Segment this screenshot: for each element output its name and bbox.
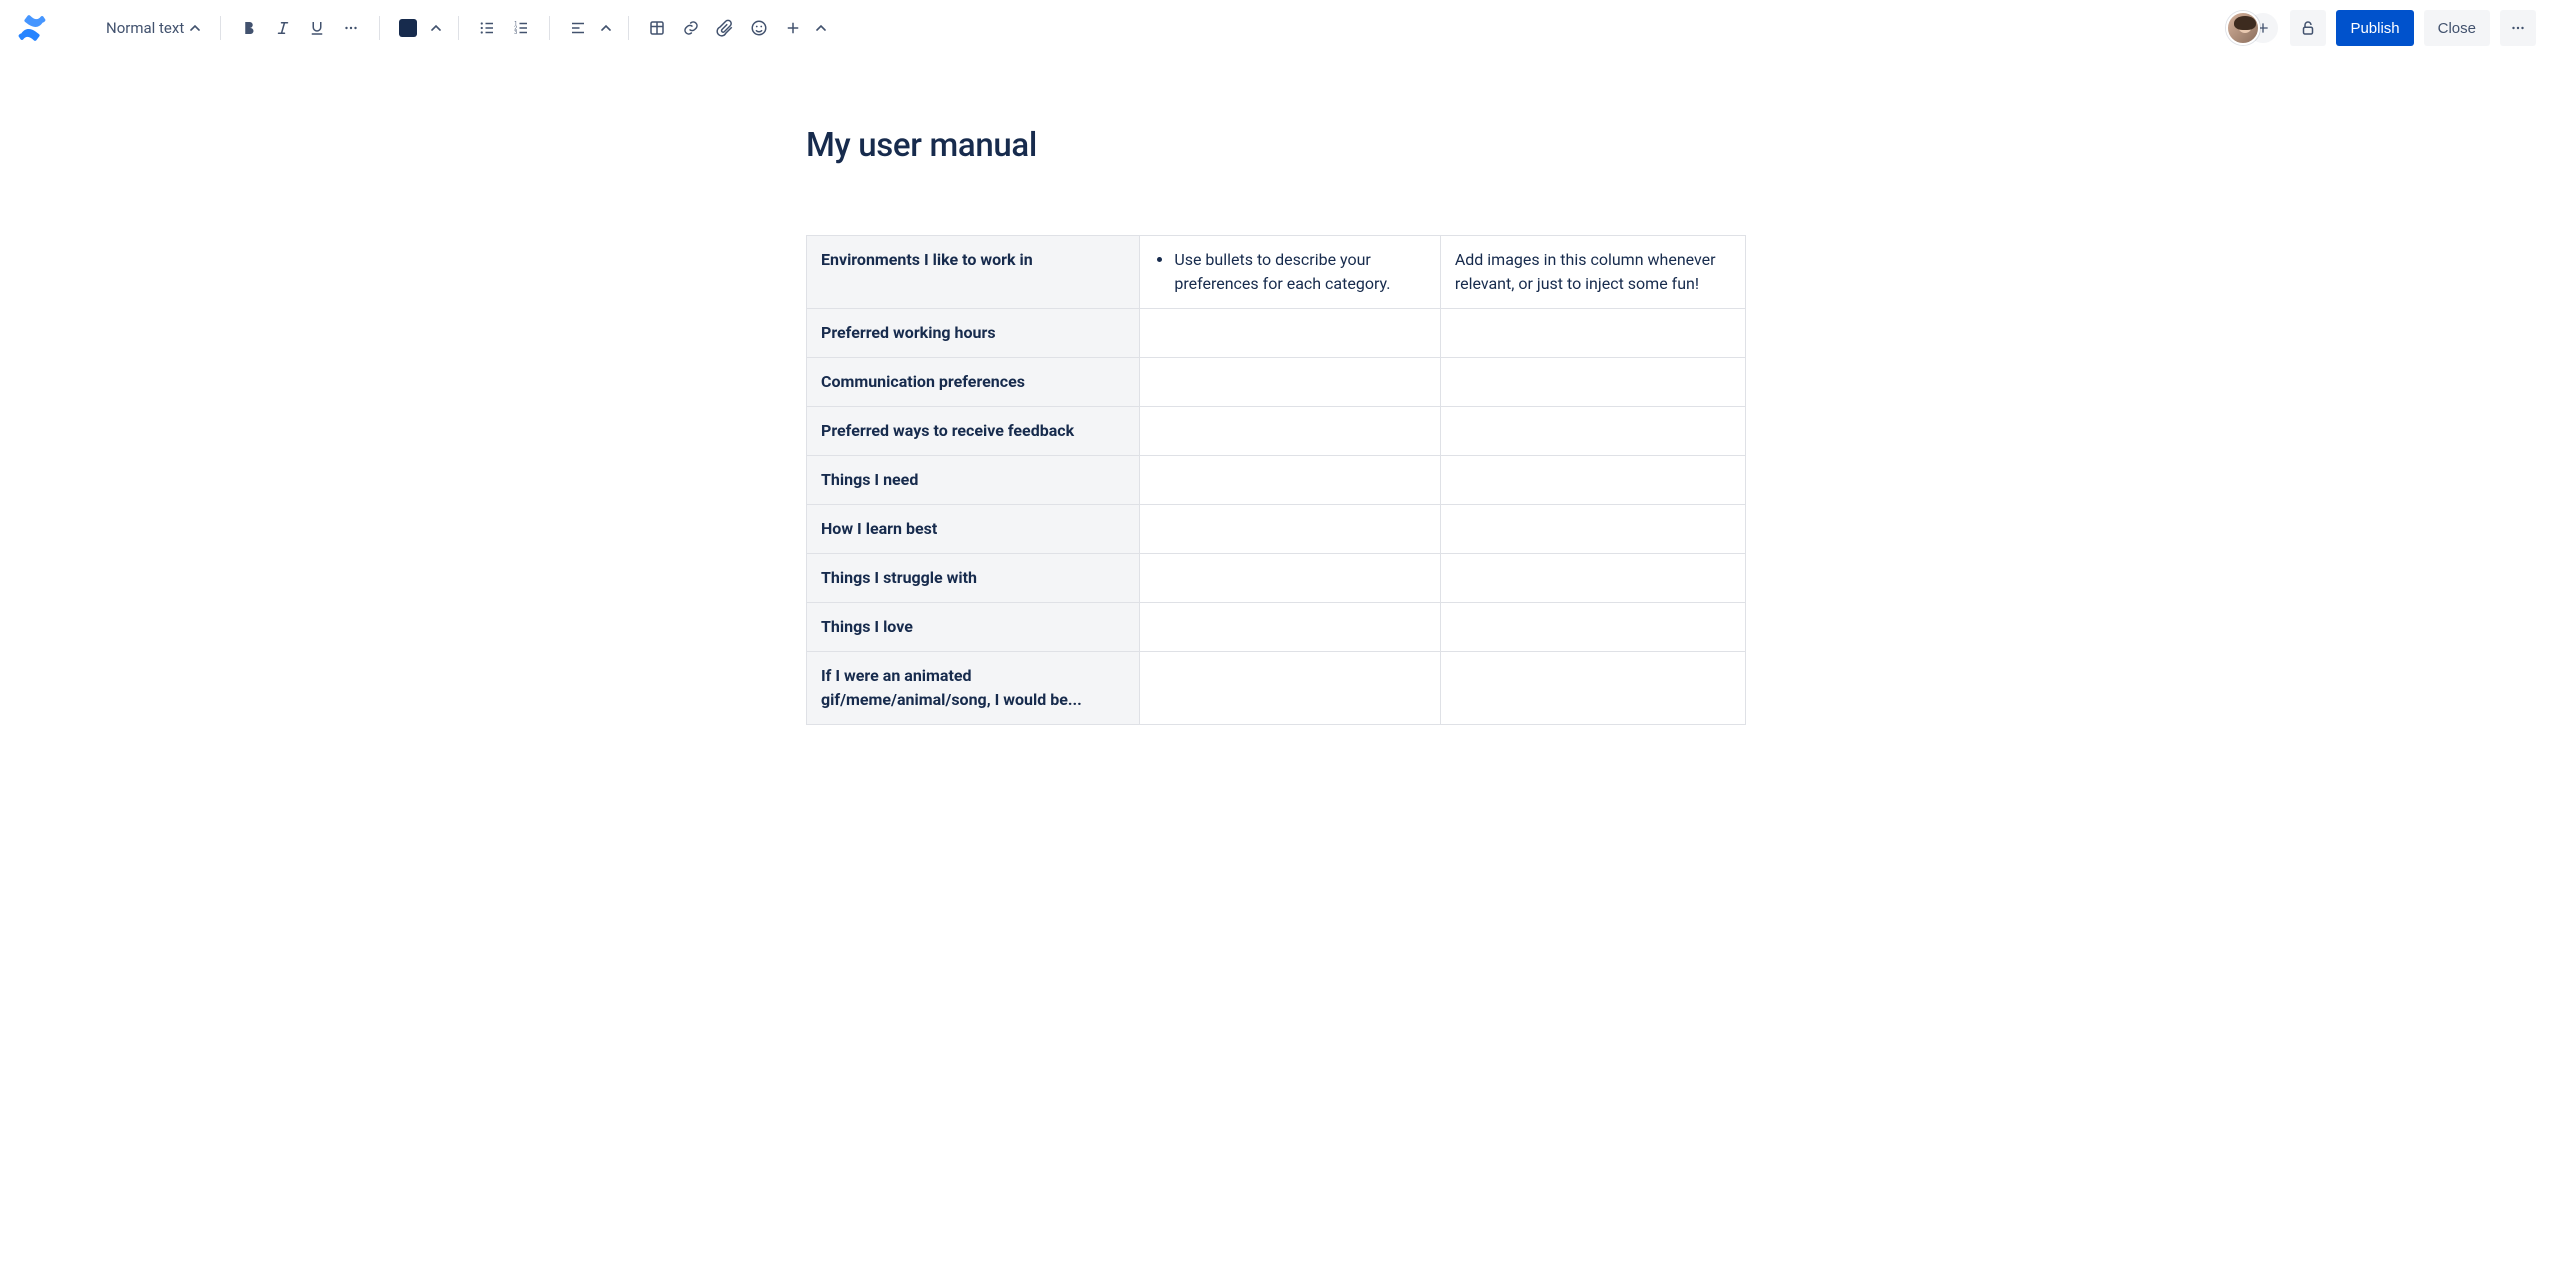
table-row[interactable]: Things I love (807, 603, 1746, 652)
confluence-logo[interactable] (16, 12, 48, 44)
row-label[interactable]: Preferred working hours (807, 309, 1140, 358)
row-bullet-cell[interactable] (1140, 309, 1440, 358)
publish-button[interactable]: Publish (2336, 10, 2413, 46)
toolbar-right: Publish Close (2226, 10, 2536, 46)
plus-icon (784, 19, 802, 37)
row-label[interactable]: Things I need (807, 456, 1140, 505)
table-row[interactable]: Preferred working hours (807, 309, 1746, 358)
unlock-icon (2299, 19, 2317, 37)
row-note-cell[interactable] (1440, 358, 1745, 407)
table-row[interactable]: If I were an animated gif/meme/animal/so… (807, 652, 1746, 725)
more-actions-button[interactable] (2500, 10, 2536, 46)
table-row[interactable]: Communication preferences (807, 358, 1746, 407)
svg-text:3: 3 (514, 30, 517, 36)
more-horizontal-icon (342, 19, 360, 37)
toolbar-left: Normal text 123 (16, 12, 2226, 44)
collaborators (2226, 11, 2280, 45)
row-bullet-cell[interactable]: Use bullets to describe your preferences… (1140, 236, 1440, 309)
table-row[interactable]: Things I struggle with (807, 554, 1746, 603)
alignment-button[interactable] (562, 12, 594, 44)
row-label[interactable]: If I were an animated gif/meme/animal/so… (807, 652, 1140, 725)
row-note-cell[interactable] (1440, 603, 1745, 652)
insert-dropdown[interactable] (811, 12, 831, 44)
row-label[interactable]: Things I love (807, 603, 1140, 652)
text-style-label: Normal text (106, 19, 184, 37)
underline-icon (308, 19, 326, 37)
toolbar-separator (220, 16, 221, 40)
emoji-icon (750, 19, 768, 37)
emoji-button[interactable] (743, 12, 775, 44)
toolbar-separator (458, 16, 459, 40)
table-row[interactable]: Things I need (807, 456, 1746, 505)
chevron-up-icon (601, 23, 611, 33)
row-label[interactable]: How I learn best (807, 505, 1140, 554)
row-label[interactable]: Preferred ways to receive feedback (807, 407, 1140, 456)
italic-icon (274, 19, 292, 37)
underline-button[interactable] (301, 12, 333, 44)
paperclip-icon (716, 19, 734, 37)
row-bullet-cell[interactable] (1140, 505, 1440, 554)
row-bullet-cell[interactable] (1140, 652, 1440, 725)
content-table[interactable]: Environments I like to work in Use bulle… (806, 235, 1746, 725)
row-note-cell[interactable] (1440, 456, 1745, 505)
bullet-list-icon (478, 19, 496, 37)
row-bullet-cell[interactable] (1140, 358, 1440, 407)
row-label[interactable]: Communication preferences (807, 358, 1140, 407)
row-note-cell[interactable] (1440, 309, 1745, 358)
link-button[interactable] (675, 12, 707, 44)
row-note-cell[interactable] (1440, 505, 1745, 554)
row-note-cell[interactable] (1440, 407, 1745, 456)
bullet-item: Use bullets to describe your preferences… (1174, 248, 1425, 296)
row-note-cell[interactable]: Add images in this column whenever relev… (1440, 236, 1745, 309)
text-style-select[interactable]: Normal text (94, 12, 208, 44)
table-row[interactable]: How I learn best (807, 505, 1746, 554)
editor-page: My user manual Environments I like to wo… (806, 56, 1746, 765)
row-label[interactable]: Environments I like to work in (807, 236, 1140, 309)
color-swatch-icon (399, 19, 417, 37)
bold-button[interactable] (233, 12, 265, 44)
link-icon (682, 19, 700, 37)
row-bullet-cell[interactable] (1140, 456, 1440, 505)
table-row[interactable]: Preferred ways to receive feedback (807, 407, 1746, 456)
more-formatting-button[interactable] (335, 12, 367, 44)
chevron-up-icon (816, 23, 826, 33)
numbered-list-icon: 123 (512, 19, 530, 37)
table-icon (648, 19, 666, 37)
attachment-button[interactable] (709, 12, 741, 44)
toolbar-separator (549, 16, 550, 40)
insert-button[interactable] (777, 12, 809, 44)
numbered-list-button[interactable]: 123 (505, 12, 537, 44)
more-horizontal-icon (2509, 19, 2527, 37)
restrictions-button[interactable] (2290, 10, 2326, 46)
page-title[interactable]: My user manual (806, 126, 1746, 165)
toolbar-separator (379, 16, 380, 40)
alignment-dropdown[interactable] (596, 12, 616, 44)
align-left-icon (569, 19, 587, 37)
row-note-cell[interactable] (1440, 554, 1745, 603)
bullet-list-button[interactable] (471, 12, 503, 44)
editor-toolbar: Normal text 123 (0, 0, 2552, 56)
bold-icon (240, 19, 258, 37)
row-label[interactable]: Things I struggle with (807, 554, 1140, 603)
row-bullet-cell[interactable] (1140, 603, 1440, 652)
chevron-up-icon (190, 23, 200, 33)
italic-button[interactable] (267, 12, 299, 44)
row-note-cell[interactable] (1440, 652, 1745, 725)
close-button[interactable]: Close (2424, 10, 2490, 46)
table-button[interactable] (641, 12, 673, 44)
table-row[interactable]: Environments I like to work in Use bulle… (807, 236, 1746, 309)
row-bullet-cell[interactable] (1140, 407, 1440, 456)
chevron-up-icon (431, 23, 441, 33)
toolbar-separator (628, 16, 629, 40)
text-color-dropdown[interactable] (426, 12, 446, 44)
row-bullet-cell[interactable] (1140, 554, 1440, 603)
text-color-button[interactable] (392, 12, 424, 44)
